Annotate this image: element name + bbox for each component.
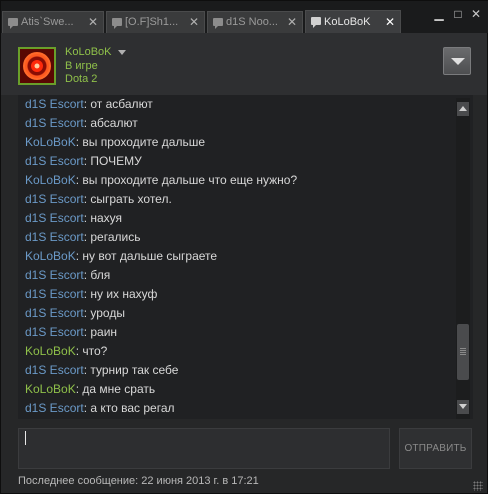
tab-label: Atis`Swe...	[21, 16, 74, 28]
message-text: уроды	[90, 306, 125, 320]
send-button[interactable]: ОТПРАВИТЬ	[399, 428, 472, 469]
friend-game: Dota 2	[65, 73, 98, 85]
chat-scrollbar[interactable]	[456, 98, 470, 419]
message-sender[interactable]: KoLoBoK	[25, 249, 76, 263]
message-sender[interactable]: d1S Escort	[25, 230, 84, 244]
chat-message: KoLoBoK: вы проходите дальше	[18, 133, 473, 152]
tab-bar: Atis`Swe... ✕ [O.F]Sh1... ✕ d1S Noo... ✕…	[1, 1, 488, 34]
chat-message: d1S Escort: от асбалют	[18, 95, 473, 114]
tab-chat-of[interactable]: [O.F]Sh1... ✕	[106, 11, 205, 33]
message-sender[interactable]: d1S Escort	[25, 192, 84, 206]
message-text: да мне срать	[82, 382, 156, 396]
message-text: от асбалют	[90, 97, 153, 111]
message-sender[interactable]: d1S Escort	[25, 116, 84, 130]
close-icon[interactable]: ✕	[189, 12, 199, 32]
avatar[interactable]	[18, 47, 56, 85]
chat-message: KoLoBoK: да мне срать	[18, 380, 473, 399]
close-icon[interactable]: ✕	[88, 12, 98, 32]
chat-log: d1S Escort: от асбалют d1S Escort: абсалю…	[18, 95, 473, 419]
message-text: вы проходите дальше что еще нужно?	[82, 173, 298, 187]
arrow-up-icon	[459, 106, 467, 111]
message-sender[interactable]: d1S Escort	[25, 306, 84, 320]
tab-chat-d1s[interactable]: d1S Noo... ✕	[207, 11, 303, 33]
tab-label: KoLoBoK	[324, 16, 371, 28]
chat-options-button[interactable]	[443, 47, 471, 75]
message-text: сыграть хотел.	[90, 192, 172, 206]
message-sender[interactable]: d1S Escort	[25, 287, 84, 301]
message-text: ну их нахуф	[90, 287, 158, 301]
grip-icon	[460, 348, 466, 356]
chat-window: Atis`Swe... ✕ [O.F]Sh1... ✕ d1S Noo... ✕…	[0, 0, 488, 494]
message-sender[interactable]: KoLoBoK	[25, 344, 76, 358]
chat-bubble-icon	[311, 17, 321, 28]
message-text: бля	[90, 268, 111, 282]
chat-message: d1S Escort: регались	[18, 228, 473, 247]
message-sender[interactable]: d1S Escort	[25, 363, 84, 377]
scroll-thumb[interactable]	[457, 324, 469, 380]
chat-message: KoLoBoK: вы проходите дальше что еще нуж…	[18, 171, 473, 190]
message-text: вы проходите дальше	[82, 135, 206, 149]
message-sender[interactable]: KoLoBoK	[25, 135, 76, 149]
message-text: что?	[82, 344, 108, 358]
chat-message: d1S Escort: сыграть хотел.	[18, 190, 473, 209]
message-text: ну вот дальше сыграете	[82, 249, 218, 263]
message-sender[interactable]: KoLoBoK	[25, 382, 76, 396]
chat-bubble-icon	[213, 18, 223, 29]
message-text: абсалют	[90, 116, 138, 130]
close-window-icon[interactable]: ✕	[469, 7, 483, 21]
message-text: раин	[90, 325, 118, 339]
chat-message: KoLoBoK: ну вот дальше сыграете	[18, 247, 473, 266]
maximize-icon[interactable]: □	[451, 7, 465, 21]
chat-message: d1S Escort: раин	[18, 323, 473, 342]
text-caret	[25, 431, 26, 445]
minimize-icon[interactable]: ▁	[432, 7, 446, 21]
chat-bubble-icon	[8, 18, 18, 29]
chat-message: d1S Escort: нахуя	[18, 209, 473, 228]
friend-status: В игре	[65, 60, 98, 72]
scroll-down-button[interactable]	[457, 400, 469, 414]
message-sender[interactable]: d1S Escort	[25, 325, 84, 339]
message-text: нахуя	[90, 211, 123, 225]
chat-bubble-icon	[112, 18, 122, 29]
message-text: турнир так себе	[90, 363, 179, 377]
chevron-down-icon[interactable]	[118, 50, 126, 55]
arrow-down-icon	[459, 404, 467, 409]
message-sender[interactable]: d1S Escort	[25, 97, 84, 111]
chat-message: d1S Escort: абсалют	[18, 114, 473, 133]
chat-message: d1S Escort: а кто вас регал	[18, 399, 473, 418]
chevron-down-icon	[451, 58, 465, 65]
friend-name[interactable]: KoLoBoK	[65, 46, 111, 58]
last-message-timestamp: Последнее сообщение: 22 июня 2013 г. в 1…	[18, 475, 259, 487]
tab-label: d1S Noo...	[226, 16, 278, 28]
chat-message: d1S Escort: уроды	[18, 304, 473, 323]
friend-header: KoLoBoK В игре Dota 2	[1, 33, 487, 95]
message-text: регались	[90, 230, 141, 244]
message-text: а кто вас регал	[90, 401, 175, 415]
close-icon[interactable]: ✕	[287, 12, 297, 32]
scroll-up-button[interactable]	[457, 102, 469, 116]
resize-grip-icon[interactable]	[473, 481, 483, 491]
chat-message: d1S Escort: ну их нахуф	[18, 285, 473, 304]
message-text: ПОЧЕМУ	[90, 154, 142, 168]
chat-message: d1S Escort: турнир так себе	[18, 361, 473, 380]
message-sender[interactable]: KoLoBoK	[25, 173, 76, 187]
message-sender[interactable]: d1S Escort	[25, 268, 84, 282]
message-sender[interactable]: d1S Escort	[25, 401, 84, 415]
close-icon[interactable]: ✕	[385, 11, 395, 33]
message-sender[interactable]: d1S Escort	[25, 211, 84, 225]
tab-chat-kolobok[interactable]: KoLoBoK ✕	[305, 10, 401, 34]
tab-label: [O.F]Sh1...	[125, 16, 179, 28]
message-input[interactable]	[18, 428, 390, 469]
chat-message: d1S Escort: бля	[18, 266, 473, 285]
message-sender[interactable]: d1S Escort	[25, 154, 84, 168]
tab-chat-atis[interactable]: Atis`Swe... ✕	[2, 11, 104, 33]
chat-message: KoLoBoK: что?	[18, 342, 473, 361]
chat-message: d1S Escort: ПОЧЕМУ	[18, 152, 473, 171]
